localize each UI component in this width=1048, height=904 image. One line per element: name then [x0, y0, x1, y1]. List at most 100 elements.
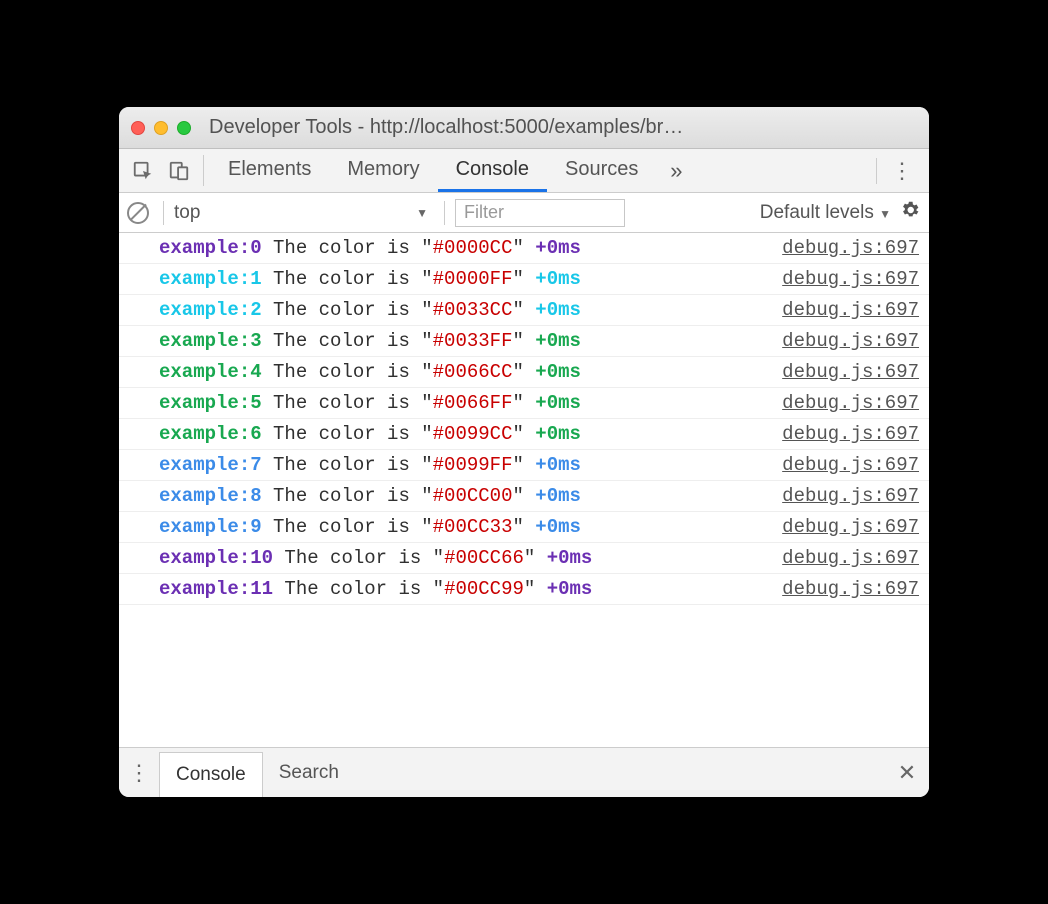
- log-source-link[interactable]: debug.js:697: [782, 330, 919, 352]
- log-timing: +0ms: [535, 485, 581, 507]
- close-window-button[interactable]: [131, 121, 145, 135]
- log-source-link[interactable]: debug.js:697: [782, 516, 919, 538]
- log-source-link[interactable]: debug.js:697: [782, 485, 919, 507]
- log-text: The color is ": [262, 423, 433, 445]
- log-text: ": [512, 423, 535, 445]
- panel-tabs: ElementsMemoryConsoleSources: [210, 149, 656, 192]
- tab-elements[interactable]: Elements: [210, 149, 329, 192]
- tab-sources[interactable]: Sources: [547, 149, 656, 192]
- main-tabbar: ElementsMemoryConsoleSources » ⋮: [119, 149, 929, 193]
- minimize-window-button[interactable]: [154, 121, 168, 135]
- log-namespace: example:8: [159, 485, 262, 507]
- close-drawer-button[interactable]: ✕: [885, 748, 929, 797]
- more-tabs-button[interactable]: »: [656, 149, 696, 192]
- log-color-code: #0033FF: [433, 330, 513, 352]
- console-row: example:10 The color is "#00CC66" +0msde…: [119, 543, 929, 574]
- zoom-window-button[interactable]: [177, 121, 191, 135]
- console-message: example:1 The color is "#0000FF" +0ms: [159, 268, 762, 290]
- log-namespace: example:11: [159, 578, 273, 600]
- log-source-link[interactable]: debug.js:697: [782, 392, 919, 414]
- log-source-link[interactable]: debug.js:697: [782, 547, 919, 569]
- log-levels-selector[interactable]: Default levels ▼: [760, 202, 891, 224]
- tab-console[interactable]: Console: [438, 149, 547, 192]
- drawer-tab-console[interactable]: Console: [159, 752, 263, 797]
- log-source-link[interactable]: debug.js:697: [782, 237, 919, 259]
- log-source-link[interactable]: debug.js:697: [782, 361, 919, 383]
- settings-menu-button[interactable]: ⋮: [696, 149, 923, 192]
- console-message: example:5 The color is "#0066FF" +0ms: [159, 392, 762, 414]
- log-text: ": [524, 578, 547, 600]
- console-output[interactable]: example:0 The color is "#0000CC" +0msdeb…: [119, 233, 929, 747]
- log-namespace: example:10: [159, 547, 273, 569]
- console-settings-icon[interactable]: [899, 199, 921, 227]
- device-toolbar-icon[interactable]: [161, 149, 197, 192]
- dropdown-triangle-icon: ▼: [879, 207, 891, 221]
- console-row: example:11 The color is "#00CC99" +0ms de…: [119, 574, 929, 605]
- log-color-code: #0099CC: [433, 423, 513, 445]
- tab-memory[interactable]: Memory: [329, 149, 437, 192]
- console-message: example:11 The color is "#00CC99" +0ms: [159, 578, 762, 600]
- log-text: ": [512, 392, 535, 414]
- log-timing: +0ms: [547, 578, 593, 600]
- log-color-code: #0000CC: [433, 237, 513, 259]
- log-namespace: example:9: [159, 516, 262, 538]
- log-color-code: #0066FF: [433, 392, 513, 414]
- log-color-code: #0033CC: [433, 299, 513, 321]
- log-text: ": [512, 330, 535, 352]
- log-timing: +0ms: [535, 299, 581, 321]
- log-source-link[interactable]: debug.js:697: [782, 299, 919, 321]
- divider: [163, 201, 164, 225]
- log-color-code: #00CC33: [433, 516, 513, 538]
- log-text: The color is ": [262, 330, 433, 352]
- console-row: example:8 The color is "#00CC00" +0ms deb…: [119, 481, 929, 512]
- console-message: example:8 The color is "#00CC00" +0ms: [159, 485, 762, 507]
- console-row: example:4 The color is "#0066CC" +0msdeb…: [119, 357, 929, 388]
- window-title: Developer Tools - http://localhost:5000/…: [209, 116, 917, 139]
- log-namespace: example:6: [159, 423, 262, 445]
- console-row: example:5 The color is "#0066FF" +0ms deb…: [119, 388, 929, 419]
- console-row: example:2 The color is "#0033CC" +0msdeb…: [119, 295, 929, 326]
- inspect-element-icon[interactable]: [125, 149, 161, 192]
- log-text: The color is ": [262, 454, 433, 476]
- log-namespace: example:1: [159, 268, 262, 290]
- log-text: ": [512, 454, 535, 476]
- dropdown-triangle-icon: ▼: [416, 206, 428, 220]
- log-namespace: example:7: [159, 454, 262, 476]
- log-source-link[interactable]: debug.js:697: [782, 268, 919, 290]
- log-text: ": [512, 516, 535, 538]
- log-timing: +0ms: [535, 237, 581, 259]
- devtools-window: Developer Tools - http://localhost:5000/…: [119, 107, 929, 797]
- log-text: The color is ": [262, 392, 433, 414]
- console-message: example:0 The color is "#0000CC" +0ms: [159, 237, 762, 259]
- console-row: example:7 The color is "#0099FF" +0ms deb…: [119, 450, 929, 481]
- log-text: The color is ": [262, 299, 433, 321]
- log-timing: +0ms: [535, 454, 581, 476]
- log-text: The color is ": [262, 516, 433, 538]
- log-source-link[interactable]: debug.js:697: [782, 423, 919, 445]
- clear-console-icon[interactable]: [127, 202, 149, 224]
- console-row: example:6 The color is "#0099CC" +0ms deb…: [119, 419, 929, 450]
- log-color-code: #00CC66: [444, 547, 524, 569]
- log-namespace: example:0: [159, 237, 262, 259]
- log-source-link[interactable]: debug.js:697: [782, 454, 919, 476]
- context-selector[interactable]: top ▼: [174, 202, 434, 224]
- console-row: example:3 The color is "#0033FF" +0ms deb…: [119, 326, 929, 357]
- context-label: top: [174, 202, 200, 224]
- drawer: ⋮ ConsoleSearch ✕: [119, 747, 929, 797]
- drawer-tab-search[interactable]: Search: [263, 748, 355, 797]
- log-text: ": [512, 361, 535, 383]
- log-timing: +0ms: [547, 547, 593, 569]
- log-color-code: #0066CC: [433, 361, 513, 383]
- log-color-code: #0099FF: [433, 454, 513, 476]
- spacer: [355, 748, 885, 797]
- log-color-code: #00CC00: [433, 485, 513, 507]
- log-timing: +0ms: [535, 330, 581, 352]
- log-text: The color is ": [262, 485, 433, 507]
- console-message: example:3 The color is "#0033FF" +0ms: [159, 330, 762, 352]
- drawer-menu-button[interactable]: ⋮: [119, 748, 159, 797]
- console-row: example:1 The color is "#0000FF" +0ms deb…: [119, 264, 929, 295]
- console-message: example:6 The color is "#0099CC" +0ms: [159, 423, 762, 445]
- log-text: ": [512, 299, 535, 321]
- log-source-link[interactable]: debug.js:697: [782, 578, 919, 600]
- filter-input[interactable]: [455, 199, 625, 227]
